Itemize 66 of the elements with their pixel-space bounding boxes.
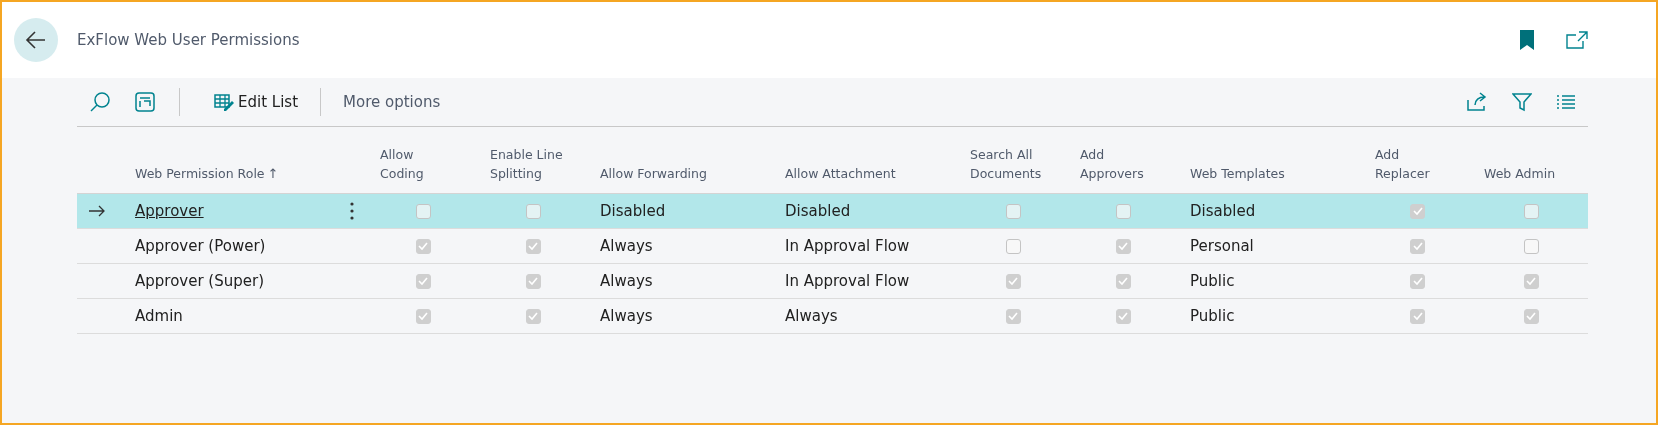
more-options-button[interactable]: More options	[333, 89, 451, 115]
checkbox[interactable]	[1410, 203, 1425, 219]
checkbox[interactable]	[1410, 273, 1425, 289]
table-cell: Approver (Super)	[135, 272, 264, 290]
edit-list-button[interactable]: Edit List	[192, 89, 309, 115]
table-cell: Disabled	[785, 202, 851, 220]
column-header[interactable]: Add Approvers	[1080, 145, 1150, 183]
table-cell: In Approval Flow	[785, 237, 910, 255]
checkbox[interactable]	[1523, 203, 1539, 219]
search-icon[interactable]	[89, 91, 111, 113]
checkbox[interactable]	[1523, 238, 1539, 254]
table-cell: Disabled	[600, 202, 666, 220]
column-header[interactable]: Enable Line Splitting	[490, 145, 580, 183]
column-header[interactable]: Allow Attachment	[785, 164, 896, 183]
page-title: ExFlow Web User Permissions	[77, 31, 300, 49]
table-cell: Approver (Power)	[135, 237, 266, 255]
checkbox[interactable]	[525, 238, 541, 254]
table-cell: Always	[600, 237, 653, 255]
table-cell: In Approval Flow	[785, 272, 910, 290]
column-header[interactable]: Allow Coding	[380, 145, 450, 183]
table-cell: Always	[600, 307, 653, 325]
checkbox[interactable]	[1410, 308, 1425, 324]
checkbox[interactable]	[415, 308, 431, 324]
checkbox[interactable]	[525, 273, 541, 289]
layout-icon[interactable]	[135, 92, 155, 112]
checkbox[interactable]	[1005, 203, 1021, 219]
table-cell: Always	[600, 272, 653, 290]
column-header[interactable]: Web Admin	[1484, 164, 1556, 183]
checkbox[interactable]	[1115, 238, 1131, 254]
checkbox[interactable]	[1115, 308, 1131, 324]
checkbox[interactable]	[415, 203, 431, 219]
edit-list-icon	[214, 93, 234, 111]
checkbox[interactable]	[525, 203, 541, 219]
sort-indicator: ↑	[267, 165, 279, 183]
column-header[interactable]: Add Replacer	[1375, 145, 1445, 183]
checkbox[interactable]	[1005, 238, 1021, 254]
checkbox[interactable]	[525, 308, 541, 324]
column-header[interactable]: Allow Forwarding	[600, 164, 707, 183]
role-link[interactable]: Approver	[135, 202, 204, 220]
column-header[interactable]: Web Templates	[1190, 164, 1285, 183]
checkbox[interactable]	[1523, 308, 1539, 324]
table-cell: Public	[1190, 272, 1235, 290]
checkbox[interactable]	[415, 238, 431, 254]
table-cell: Always	[785, 307, 838, 325]
list-icon[interactable]	[1556, 94, 1576, 110]
table-cell: Personal	[1190, 237, 1254, 255]
table-cell: Public	[1190, 307, 1235, 325]
table-cell: Admin	[135, 307, 183, 325]
column-header[interactable]: Search All Documents	[970, 145, 1060, 183]
table-cell: Disabled	[1190, 202, 1256, 220]
checkbox[interactable]	[1523, 273, 1539, 289]
back-arrow-icon	[25, 29, 47, 51]
share-icon[interactable]	[1466, 92, 1488, 112]
column-header[interactable]: Web Permission Role	[135, 164, 265, 183]
more-actions-icon[interactable]	[350, 202, 354, 220]
open-in-new-window-icon[interactable]	[1566, 31, 1588, 49]
checkbox[interactable]	[1410, 238, 1425, 254]
checkbox[interactable]	[1005, 308, 1021, 324]
checkbox[interactable]	[1115, 273, 1131, 289]
filter-icon[interactable]	[1512, 92, 1532, 112]
checkbox[interactable]	[1115, 203, 1131, 219]
bookmark-icon[interactable]	[1520, 30, 1534, 50]
checkbox[interactable]	[1005, 273, 1021, 289]
back-button[interactable]	[14, 18, 58, 62]
checkbox[interactable]	[415, 273, 431, 289]
current-row-arrow-icon	[89, 205, 105, 217]
